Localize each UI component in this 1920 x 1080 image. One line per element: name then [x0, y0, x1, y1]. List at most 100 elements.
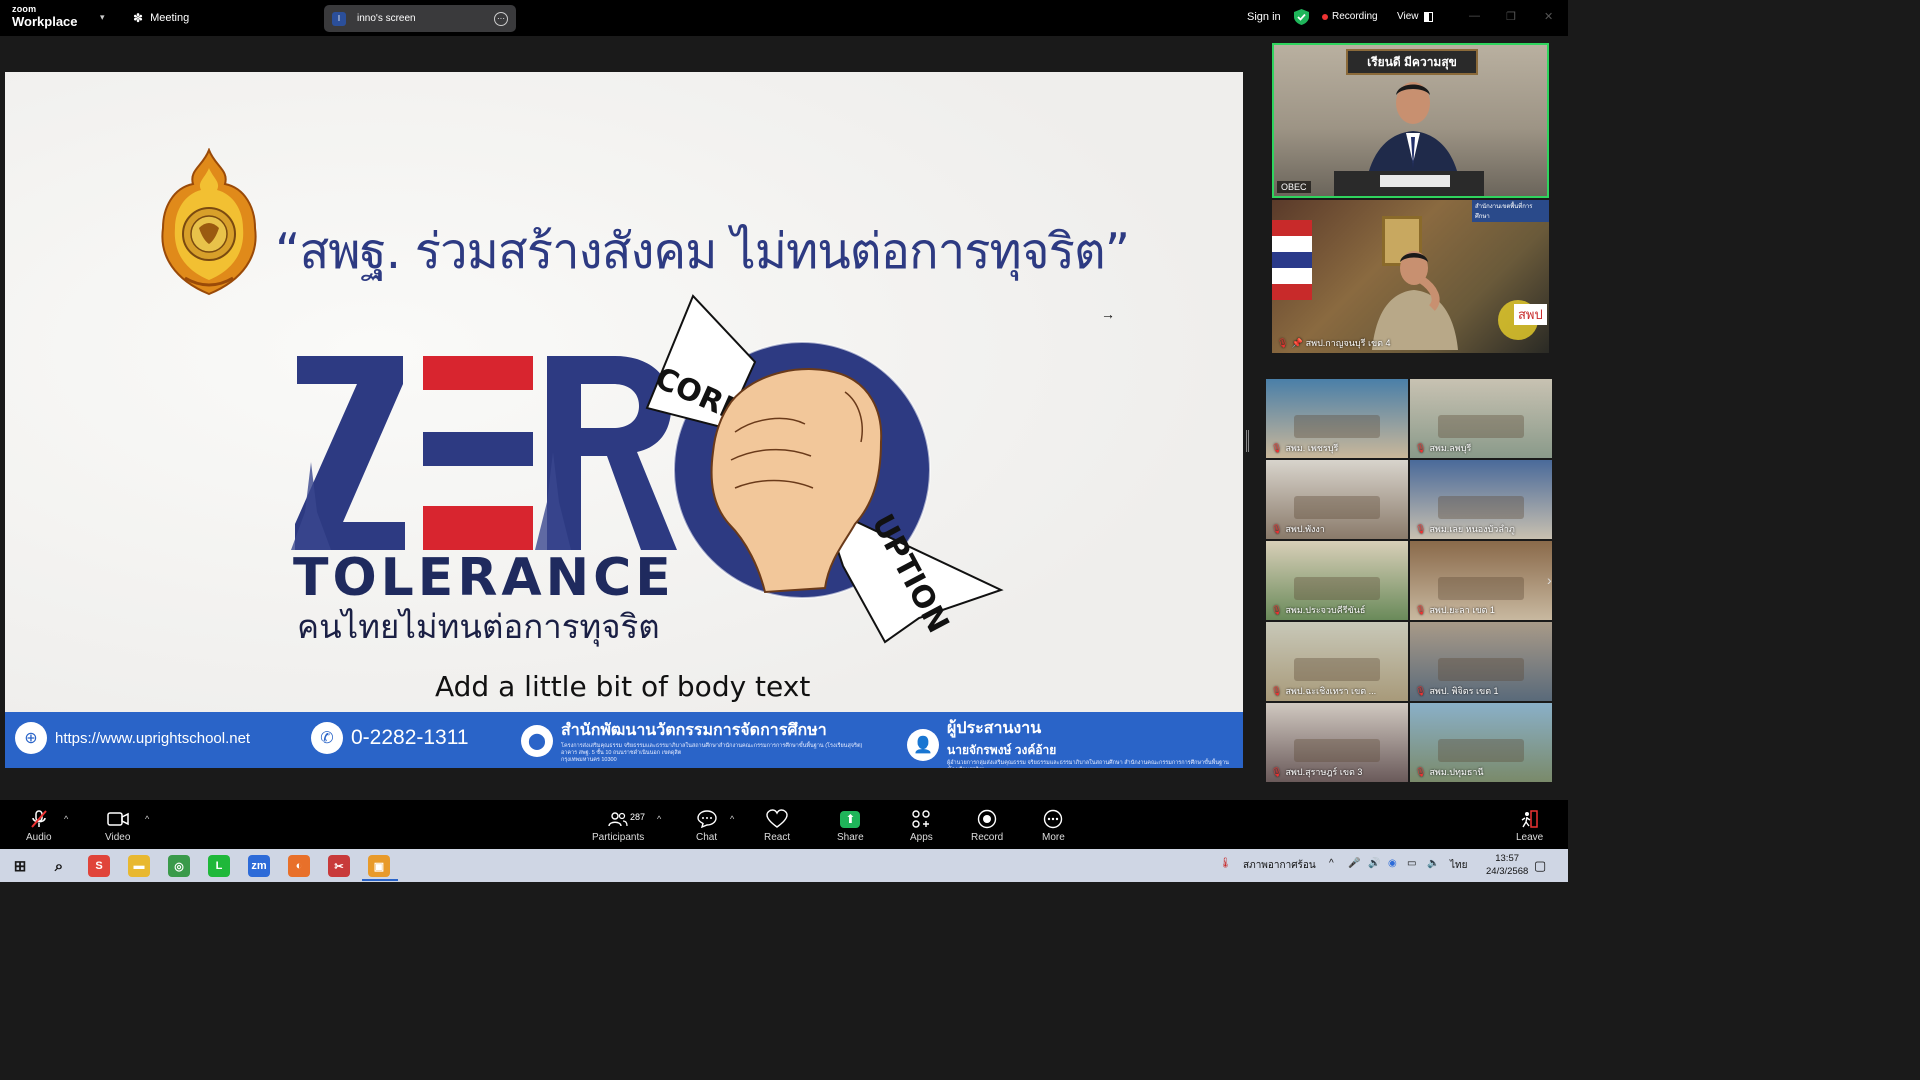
gallery-video-tile[interactable]: 🎙 สพป.ฉะเชิงเทรา เขต ... [1266, 622, 1408, 701]
recording-indicator[interactable]: Recording [1322, 11, 1378, 22]
share-screen-icon: ⬆ [840, 810, 861, 828]
smartsheet-icon[interactable]: S [88, 855, 110, 877]
gallery-video-tile[interactable]: 🎙 สพม. เพชรบุรี [1266, 379, 1408, 458]
record-button[interactable]: Record [971, 808, 1003, 843]
org-detail-3: กรุงเทพมหานคร 10300 [561, 757, 617, 763]
room-scene [1294, 414, 1380, 439]
more-button[interactable]: More [1042, 808, 1065, 843]
muted-mic-icon: 🎙 [1415, 523, 1427, 534]
windows-start-icon[interactable]: ⊞ [9, 855, 31, 877]
share-button[interactable]: ⬆ Share [837, 808, 864, 843]
gallery-video-tile[interactable]: 🎙 สพป.ยะลา เขต 1 [1410, 541, 1552, 620]
meeting-info[interactable]: ✽ Meeting [133, 11, 189, 25]
video-options-caret-icon[interactable]: ^ [145, 814, 149, 824]
chevron-up-icon[interactable]: ^ [1329, 858, 1334, 869]
sign-in-button[interactable]: Sign in [1247, 11, 1281, 23]
gallery-video-tile[interactable]: 🎙 สพม.เลย หนองบัวลำภู [1410, 460, 1552, 539]
video-name-label: 🎙 สพม.ลพบุรี [1415, 441, 1471, 455]
chat-label: Chat [696, 832, 718, 843]
participant-name: สพป.ยะลา เขต 1 [1429, 605, 1495, 615]
chevron-down-icon[interactable]: ▾ [100, 12, 105, 23]
gallery-video-tile[interactable]: 🎙 สพม.ปทุมธานี [1410, 703, 1552, 782]
close-icon[interactable]: ✕ [1544, 10, 1553, 23]
phone-icon: ✆ [311, 722, 343, 754]
speaker-volume-red-icon[interactable]: 🔊 [1368, 858, 1380, 869]
arrow-icon: → [1101, 306, 1115, 322]
location-pin-icon: ⬤ [521, 725, 553, 757]
muted-mic-icon: 🎙 [1271, 685, 1283, 696]
leave-button[interactable]: Leave [1516, 808, 1543, 843]
file-explorer-icon[interactable]: ▬ [128, 855, 150, 877]
shield-icon[interactable] [1294, 9, 1309, 25]
active-speaker-video[interactable]: เรียนดี มีความสุข OBEC [1272, 43, 1549, 198]
video-name-label: 🎙 สพม.เลย หนองบัวลำภู [1415, 522, 1515, 536]
more-options-icon[interactable]: ··· [494, 11, 508, 26]
sharer-avatar: I [332, 11, 346, 26]
logo-line2: Workplace [12, 14, 78, 29]
footer-website: ⊕ https://www.uprightschool.net [15, 722, 250, 754]
participant-name: สพม.ลพบุรี [1429, 443, 1472, 453]
pin-icon: 📌 [1291, 337, 1303, 348]
video-name-label: 🎙 สพป.สุราษฎร์ เขต 3 [1271, 765, 1362, 779]
chrome-icon[interactable]: ◎ [168, 855, 190, 877]
thermometer-icon[interactable]: 🌡 [1219, 858, 1232, 869]
room-scene [1438, 414, 1524, 439]
muted-microphone-icon [29, 808, 49, 830]
gallery-video-tile[interactable]: 🎙 สพม.ลพบุรี [1410, 379, 1552, 458]
presentation-icon[interactable]: ▣ [368, 855, 390, 877]
weather-text[interactable]: สภาพอากาศร้อน [1243, 858, 1316, 873]
audio-button[interactable]: Audio [26, 808, 52, 843]
input-language[interactable]: ไทย [1450, 858, 1467, 873]
zoom-icon[interactable]: zm [248, 855, 270, 877]
coordinator-name: นายจักรพงษ์ วงค์อ้าย [947, 743, 1057, 757]
org-sign: สพป [1514, 304, 1547, 325]
room-scene [1438, 657, 1524, 682]
room-scene [1438, 738, 1524, 763]
clock-date: 24/3/2568 [1486, 866, 1529, 877]
muted-mic-icon: 🎙 [1415, 685, 1427, 696]
video-name-label: 🎙 สพป.ยะลา เขต 1 [1415, 603, 1495, 617]
line-icon[interactable]: L [208, 855, 230, 877]
chat-caret-icon[interactable]: ^ [730, 814, 734, 824]
secondary-speaker-video[interactable]: สพป สำนักงานเขตพื้นที่การศึกษา 🎙 📌 สพป.ก… [1272, 200, 1549, 353]
footer-organization: ⬤ สำนักพัฒนานวัตกรรมการจัดการศึกษา โครงก… [521, 718, 862, 764]
participants-caret-icon[interactable]: ^ [657, 814, 661, 824]
footer-coordinator: 👤 ผู้ประสานงาน นายจักรพงษ์ วงค์อ้าย ผู้อ… [907, 716, 1243, 768]
chevron-right-icon[interactable]: › [1547, 572, 1552, 588]
react-button[interactable]: React [764, 808, 790, 843]
panel-resize-handle[interactable] [1246, 430, 1249, 452]
network-icon[interactable]: ▭ [1407, 858, 1416, 869]
audio-options-caret-icon[interactable]: ^ [64, 814, 68, 824]
view-label: View [1397, 11, 1419, 22]
video-button[interactable]: Video [105, 808, 130, 843]
name-placard [1380, 175, 1450, 187]
participant-name: สพม.ประจวบคีรีขันธ์ [1285, 605, 1366, 615]
notification-icon[interactable]: ▢ [1534, 858, 1546, 874]
gallery-video-tile[interactable]: 🎙 สพป.สุราษฎร์ เขต 3 [1266, 703, 1408, 782]
volume-icon[interactable]: 🔈 [1427, 858, 1439, 869]
shared-screen-content: “สพฐ. ร่วมสร้างสังคม ไม่ทนต่อการทุจริต” … [5, 72, 1243, 768]
room-scene [1294, 495, 1380, 520]
gallery-video-tile[interactable]: 🎙 สพป.พังงา [1266, 460, 1408, 539]
chat-button[interactable]: Chat [696, 808, 717, 843]
view-button[interactable]: View [1397, 11, 1433, 22]
shared-screen-pill[interactable]: I inno's screen ··· [324, 5, 516, 32]
system-clock[interactable]: 13:57 24/3/2568 [1486, 852, 1528, 878]
more-label: More [1042, 832, 1065, 843]
participant-name: สพป. พิจิตร เขต 1 [1429, 686, 1499, 696]
search-icon[interactable]: ⌕ [48, 855, 70, 877]
snip-icon[interactable]: ✂ [328, 855, 350, 877]
gallery-video-tile[interactable]: 🎙 สพม.ประจวบคีรีขันธ์ [1266, 541, 1408, 620]
video-name-label: 🎙 สพป.ฉะเชิงเทรา เขต ... [1271, 684, 1376, 698]
minimize-icon[interactable]: — [1469, 10, 1480, 22]
zoom-workplace-logo[interactable]: zoom Workplace [12, 5, 78, 29]
gallery-video-tile[interactable]: 🎙 สพป. พิจิตร เขต 1 [1410, 622, 1552, 701]
participants-icon [608, 808, 628, 830]
zoom-tray-icon[interactable]: ◉ [1388, 858, 1397, 869]
microphone-tray-icon[interactable]: 🎤 [1348, 858, 1360, 869]
windows-taskbar: ⊞ ⌕ S ▬ ◎ Lzm ◐ ✂ ▣ 🌡 สภาพอากาศร้อน ^ 🎤 🔊 ◉ ▭ 🔈… [0, 849, 1568, 882]
apps-button[interactable]: Apps [910, 808, 933, 843]
firefox-icon[interactable]: ◐ [288, 855, 310, 877]
restore-icon[interactable]: ❐ [1506, 10, 1516, 23]
share-label: Share [837, 832, 864, 843]
